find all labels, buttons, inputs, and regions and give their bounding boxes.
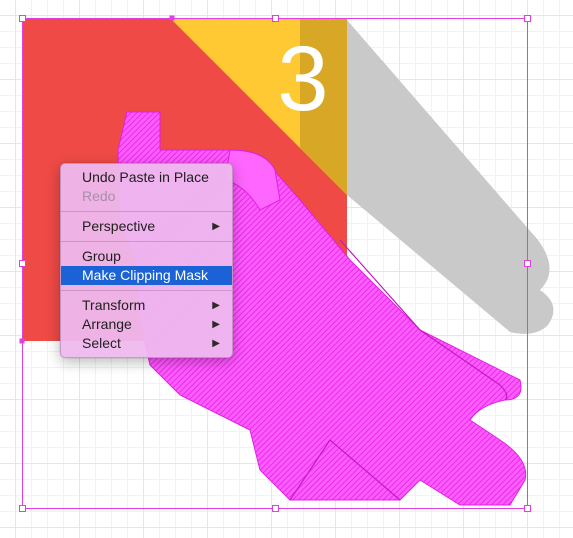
handle-middle-left[interactable] [19,260,26,267]
menu-item-group[interactable]: Group [61,247,232,266]
menu-item-transform[interactable]: Transform ▶ [61,296,232,315]
menu-item-perspective[interactable]: Perspective ▶ [61,217,232,236]
submenu-arrow-icon: ▶ [212,338,220,349]
handle-bottom-middle[interactable] [272,505,279,512]
handle-inner-left[interactable] [19,338,25,344]
context-menu[interactable]: Undo Paste in Place Redo Perspective ▶ G… [60,163,233,358]
handle-middle-right[interactable] [524,260,531,267]
badge-number: 3 [277,28,328,130]
handle-top-right[interactable] [524,15,531,22]
menu-item-select[interactable]: Select ▶ [61,334,232,353]
menu-item-arrange[interactable]: Arrange ▶ [61,315,232,334]
handle-top-left[interactable] [19,15,26,22]
menu-item-label: Arrange [82,316,132,332]
menu-item-label: Group [82,248,121,264]
menu-item-label: Make Clipping Mask [82,267,209,283]
handle-bottom-left[interactable] [19,505,26,512]
submenu-arrow-icon: ▶ [212,319,220,330]
menu-separator [61,211,232,212]
menu-item-redo: Redo [61,187,232,206]
menu-item-undo-paste-in-place[interactable]: Undo Paste in Place [61,168,232,187]
handle-inner-top[interactable] [169,15,175,21]
submenu-arrow-icon: ▶ [212,221,220,232]
menu-item-label: Transform [82,297,146,313]
menu-item-make-clipping-mask[interactable]: Make Clipping Mask [61,266,232,285]
menu-item-label: Select [82,335,121,351]
handle-top-middle[interactable] [272,15,279,22]
handle-bottom-right[interactable] [524,505,531,512]
artboard-canvas[interactable]: 3 Undo Paste in Place Redo Perspective ▶… [0,0,573,538]
menu-item-label: Undo Paste in Place [82,169,209,185]
menu-item-label: Redo [82,188,116,204]
menu-item-label: Perspective [82,218,156,234]
menu-separator [61,241,232,242]
gray-long-shadow [347,20,554,334]
menu-separator [61,290,232,291]
submenu-arrow-icon: ▶ [212,300,220,311]
